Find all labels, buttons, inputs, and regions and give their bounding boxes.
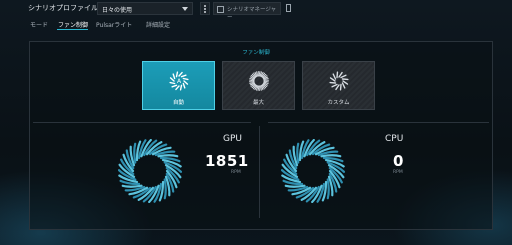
divider (259, 126, 260, 218)
mode-button-max[interactable]: 最大 (222, 61, 295, 110)
scenario-profile-value: 日々の使用 (102, 7, 133, 14)
cpu-fan-speed-value: 0 (393, 152, 404, 170)
tab-mode[interactable]: モード (30, 20, 48, 29)
active-tab-indicator (57, 29, 88, 30)
fan-auto-icon: A (169, 71, 189, 91)
export-icon[interactable] (286, 4, 291, 12)
scenario-profile-select[interactable]: 日々の使用 (97, 2, 193, 15)
fan-custom-icon (329, 71, 349, 91)
mode-label-max: 最大 (252, 100, 264, 106)
tab-fan-control[interactable]: ファン制御 (58, 20, 88, 29)
more-options-button[interactable] (200, 2, 210, 15)
tab-pulsar-light[interactable]: Pulsarライト (96, 20, 132, 29)
svg-text:A: A (177, 78, 182, 85)
chevron-down-icon (182, 7, 188, 11)
gpu-fan-speed-unit: RPM (231, 170, 241, 175)
scenario-manager-icon (217, 6, 224, 13)
fan-max-icon (249, 71, 269, 91)
mode-button-auto[interactable]: A 自動 (142, 61, 215, 110)
scenario-profile-label: シナリオプロファイル (28, 4, 98, 12)
gpu-label: GPU (223, 134, 242, 144)
gpu-fan-speed-value: 1851 (205, 152, 249, 170)
divider (33, 122, 251, 123)
mode-label-auto: 自動 (172, 100, 184, 106)
cpu-fan-icon (281, 139, 345, 203)
kebab-dot-icon (204, 11, 206, 13)
kebab-dot-icon (204, 5, 206, 7)
cpu-label: CPU (385, 134, 404, 144)
tab-advanced-settings[interactable]: 詳細設定 (146, 20, 170, 29)
scenario-manager-button[interactable]: シナリオマネージャー (213, 2, 281, 21)
mode-button-custom[interactable]: カスタム (302, 61, 375, 110)
cpu-fan-speed-unit: RPM (393, 170, 403, 175)
mode-label-custom: カスタム (327, 100, 350, 106)
top-bar: シナリオプロファイル 日々の使用 シナリオマネージャー (0, 0, 512, 21)
kebab-dot-icon (204, 8, 206, 10)
section-title: ファン制御 (242, 50, 270, 56)
divider (268, 122, 489, 123)
gpu-fan-icon (118, 139, 182, 203)
